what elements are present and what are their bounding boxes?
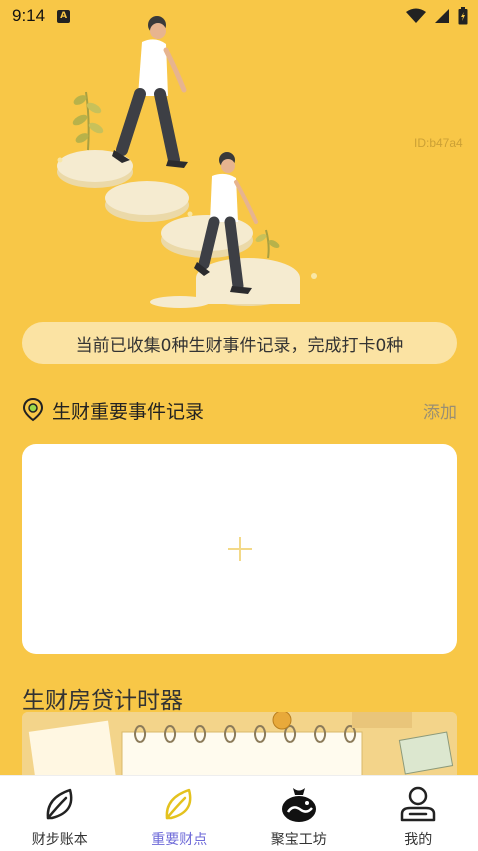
events-section-header: 生财重要事件记录 添加 [22, 395, 457, 425]
plant-right [255, 229, 280, 259]
signal-icon [435, 9, 449, 23]
battery-icon [458, 7, 468, 25]
add-event-button[interactable]: 添加 [423, 398, 457, 423]
notification-icon: A [57, 9, 71, 23]
status-bar: 9:14 A [0, 0, 478, 32]
summary-text: 当前已收集0种生财事件记录，完成打卡0种 [75, 335, 404, 356]
person-walking-back [112, 16, 188, 168]
event-record-card[interactable] [22, 444, 457, 654]
money-bag-icon [281, 788, 316, 822]
notebook-illustration [22, 712, 457, 782]
tab-workshop[interactable]: 聚宝工坊 [239, 776, 359, 851]
location-pin-icon [22, 398, 44, 422]
events-section-title: 生财重要事件记录 [52, 400, 205, 423]
leaf-yellow-icon [165, 788, 192, 820]
tab-ledger[interactable]: 财步账本 [0, 776, 120, 851]
user-icon [401, 786, 436, 822]
tab-important-label: 重要财点 [151, 832, 208, 848]
tab-workshop-label: 聚宝工坊 [270, 832, 327, 848]
tab-mine[interactable]: 我的 [359, 776, 478, 851]
tab-important[interactable]: 重要财点 [120, 776, 240, 851]
mortgage-timer-title: 生财房贷计时器 [22, 688, 183, 714]
bottom-tab-bar: 财步账本 重要财点 聚宝工坊 我的 [0, 775, 478, 851]
tab-mine-label: 我的 [404, 832, 433, 848]
leaf-outline-icon [46, 788, 73, 820]
summary-banner: 当前已收集0种生财事件记录，完成打卡0种 [22, 322, 457, 364]
status-time: 9:14 [12, 6, 46, 25]
plant-left [72, 91, 104, 151]
hero-illustration [57, 16, 317, 308]
wifi-icon [406, 8, 426, 23]
watermark-id: ID:b47a4 [414, 136, 463, 150]
tab-ledger-label: 财步账本 [31, 832, 88, 848]
mortgage-timer-banner[interactable] [22, 712, 457, 782]
